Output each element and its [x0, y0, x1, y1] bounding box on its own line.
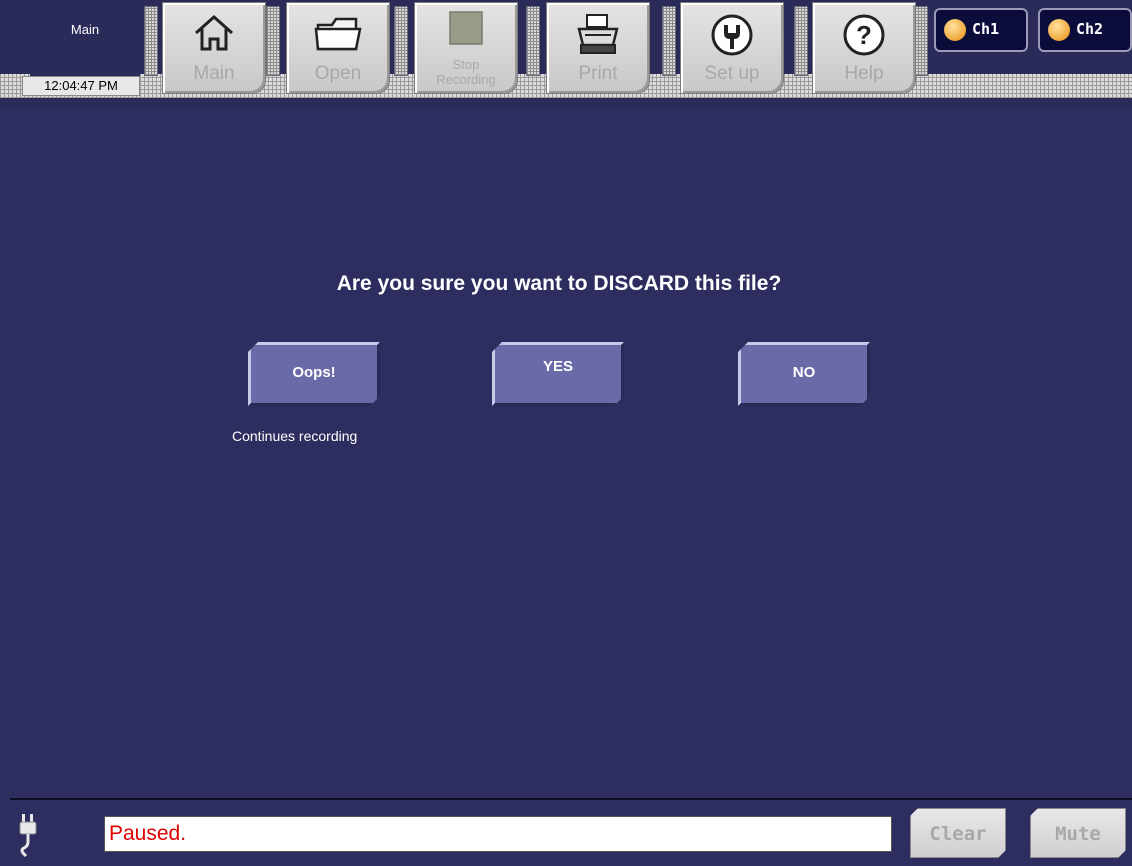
wrench-icon — [711, 14, 753, 56]
stop-icon — [449, 11, 483, 45]
help-button[interactable]: ? Help — [812, 2, 916, 94]
setup-button[interactable]: Set up — [680, 2, 784, 94]
toolbar: Main 12:04:47 PM Main Open Stop Recordin… — [0, 0, 1132, 108]
mute-button[interactable]: Mute — [1030, 808, 1126, 858]
main-button-label: Main — [193, 63, 235, 84]
toolbar-divider — [526, 6, 540, 76]
print-button-label: Print — [578, 63, 618, 84]
channel-2-led-icon — [1048, 19, 1070, 41]
channel-1-button[interactable]: Ch1 — [934, 8, 1028, 52]
screen-label: Main — [30, 4, 140, 76]
oops-button[interactable]: Oops! — [248, 342, 380, 406]
stop-recording-label-line1: Stop — [452, 57, 480, 72]
printer-icon — [577, 14, 619, 54]
toolbar-divider — [144, 6, 158, 76]
channel-1-label: Ch1 — [972, 20, 1000, 38]
print-button[interactable]: Print — [546, 2, 650, 94]
toolbar-divider — [914, 6, 928, 76]
status-message: Paused. — [104, 816, 892, 852]
channel-2-button[interactable]: Ch2 — [1038, 8, 1132, 52]
clear-button[interactable]: Clear — [910, 808, 1006, 858]
open-button-label: Open — [314, 63, 362, 84]
help-icon: ? — [843, 14, 885, 56]
svg-text:?: ? — [856, 20, 872, 50]
discard-prompt: Are you sure you want to DISCARD this fi… — [336, 272, 782, 295]
stop-recording-label: Stop Recording — [415, 57, 517, 87]
toolbar-divider — [394, 6, 408, 76]
toolbar-divider — [662, 6, 676, 76]
toolbar-divider — [266, 6, 280, 76]
yes-button[interactable]: YES — [492, 342, 624, 406]
stop-recording-label-line2: Recording — [436, 72, 496, 87]
open-button[interactable]: Open — [286, 2, 390, 94]
no-button[interactable]: NO — [738, 342, 870, 406]
power-plug-icon — [19, 814, 37, 858]
stop-recording-button[interactable]: Stop Recording — [414, 2, 518, 94]
home-icon — [195, 14, 233, 51]
folder-icon — [314, 17, 362, 51]
channel-1-led-icon — [944, 19, 966, 41]
clock: 12:04:47 PM — [22, 76, 140, 96]
main-button[interactable]: Main — [162, 2, 266, 94]
setup-button-label: Set up — [704, 63, 760, 84]
help-button-label: Help — [844, 63, 884, 84]
channel-2-label: Ch2 — [1076, 20, 1104, 38]
toolbar-divider — [794, 6, 808, 76]
oops-note: Continues recording — [232, 428, 358, 444]
